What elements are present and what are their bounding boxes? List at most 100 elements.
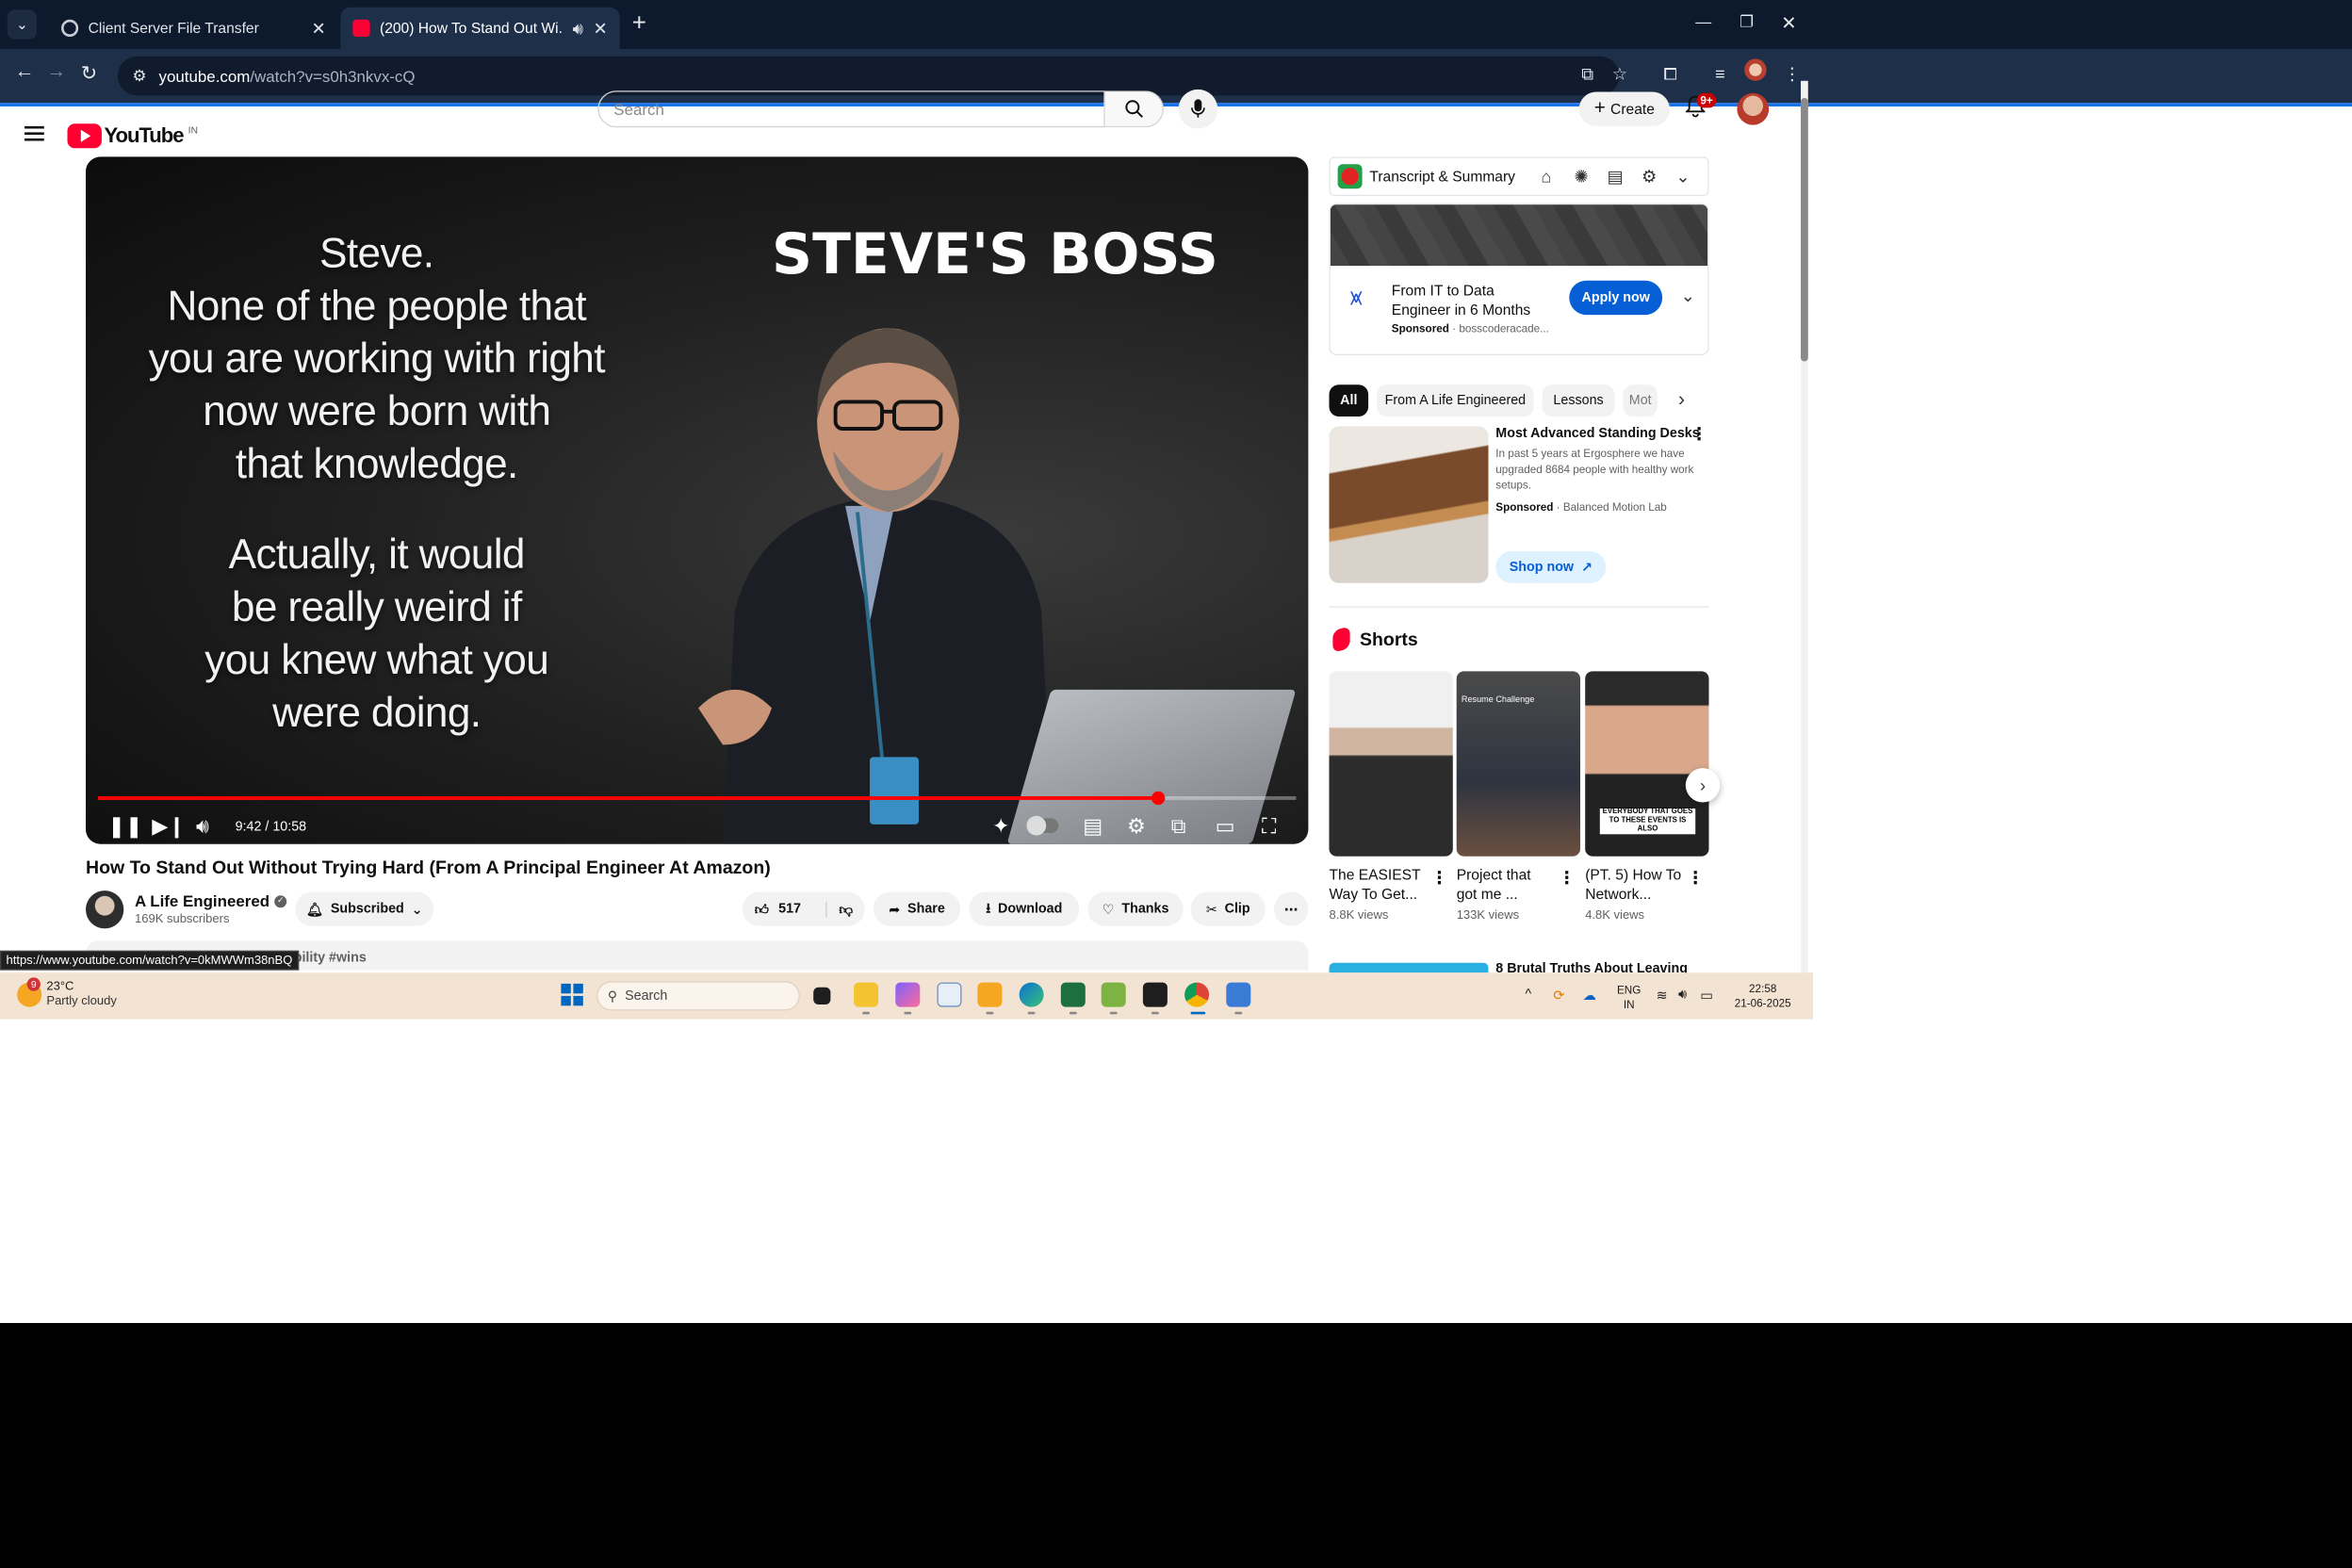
new-tab-button[interactable]: + bbox=[632, 9, 646, 38]
pause-icon[interactable]: ❚❚ bbox=[107, 814, 142, 839]
forward-icon[interactable]: → bbox=[46, 61, 66, 83]
show-hidden-icons-icon[interactable]: ^ bbox=[1526, 988, 1532, 1003]
more-vertical-icon[interactable]: ⋮ bbox=[1430, 867, 1447, 888]
search-input[interactable]: Search bbox=[597, 90, 1105, 128]
short-thumbnail[interactable]: Resume Challenge bbox=[1456, 671, 1580, 857]
tab-client-server[interactable]: Client Server File Transfer ✕ bbox=[49, 8, 338, 49]
clip-button[interactable]: ✂ Clip bbox=[1190, 891, 1266, 926]
close-tab-icon[interactable]: ✕ bbox=[594, 18, 608, 39]
address-bar[interactable]: ⚙︎ youtube.com/watch?v=s0h3nkvx-cQ bbox=[117, 56, 1620, 96]
tab-search-button[interactable]: ⌄ bbox=[7, 9, 38, 40]
bookmark-star-icon[interactable]: ☆ bbox=[1612, 64, 1627, 85]
subscribed-button[interactable]: 🔔︎ Subscribed ⌄ bbox=[295, 891, 434, 926]
promo-title[interactable]: Most Advanced Standing Desks bbox=[1495, 426, 1699, 441]
sync-icon[interactable]: ⟳ bbox=[1553, 988, 1564, 1004]
promo-thumbnail[interactable] bbox=[1329, 426, 1489, 583]
window-app-icon[interactable] bbox=[937, 982, 962, 1007]
fullscreen-icon[interactable]: ⛶ bbox=[1262, 814, 1276, 839]
share-button[interactable]: ➦ Share bbox=[873, 891, 961, 926]
chevron-down-icon[interactable]: ⌄ bbox=[1675, 167, 1690, 188]
dislike-button[interactable]: 👎︎ bbox=[825, 901, 853, 918]
transcript-doc-icon[interactable]: ▤ bbox=[1608, 167, 1624, 188]
wifi-icon[interactable]: ≋ bbox=[1657, 988, 1668, 1004]
taskbar-search[interactable]: ⚲ Search bbox=[596, 981, 800, 1011]
extension-settings-icon[interactable]: ⚙︎ bbox=[1642, 167, 1657, 188]
next-video-thumbnail[interactable] bbox=[1329, 962, 1489, 973]
volume-icon[interactable]: 🔊︎ bbox=[196, 814, 209, 839]
robot-icon[interactable]: ⌂ bbox=[1541, 167, 1551, 187]
install-app-icon[interactable]: ⧉ bbox=[1581, 64, 1593, 85]
download-button[interactable]: ⭳ Download bbox=[969, 891, 1080, 926]
file-explorer-icon[interactable] bbox=[854, 982, 879, 1007]
chip-more[interactable]: Mot bbox=[1623, 384, 1658, 416]
short-thumbnail[interactable] bbox=[1329, 671, 1453, 857]
more-actions-button[interactable]: ⋯ bbox=[1274, 891, 1309, 926]
restore-icon[interactable]: ❐ bbox=[1740, 12, 1754, 32]
battery-icon[interactable]: ▭ bbox=[1700, 988, 1713, 1004]
autoplay-toggle[interactable] bbox=[1026, 815, 1059, 836]
create-button[interactable]: + Create bbox=[1578, 91, 1670, 126]
shorts-next-button[interactable]: › bbox=[1685, 768, 1721, 803]
terminal-icon[interactable] bbox=[1142, 982, 1168, 1007]
chatgpt-icon[interactable]: ✺ bbox=[1574, 167, 1588, 188]
settings-gear-icon[interactable]: ⚙︎ bbox=[1127, 814, 1146, 839]
thanks-button[interactable]: ♡ Thanks bbox=[1087, 891, 1184, 926]
chart-app-icon[interactable] bbox=[1101, 982, 1126, 1007]
shop-now-button[interactable]: Shop now ↗ bbox=[1495, 551, 1607, 583]
close-window-icon[interactable]: ✕ bbox=[1781, 12, 1796, 34]
language-indicator[interactable]: ENG IN bbox=[1617, 983, 1641, 1012]
youtube-logo[interactable]: YouTube IN bbox=[67, 123, 198, 149]
minimize-icon[interactable]: — bbox=[1695, 12, 1711, 31]
edge-icon[interactable] bbox=[1019, 982, 1044, 1007]
ai-sparkle-icon[interactable]: ✦ bbox=[992, 814, 1010, 839]
copilot-icon[interactable] bbox=[895, 982, 921, 1007]
more-vertical-icon[interactable]: ⋮ bbox=[1687, 867, 1704, 888]
video-player[interactable]: Steve. None of the people that you are w… bbox=[86, 156, 1309, 844]
chip-all[interactable]: All bbox=[1329, 384, 1369, 416]
hamburger-menu-icon[interactable] bbox=[24, 125, 44, 141]
more-vertical-icon[interactable]: ⋮ bbox=[1559, 867, 1576, 888]
chevron-down-icon[interactable]: ⌄ bbox=[1681, 286, 1695, 306]
short-title[interactable]: The EASIEST Way To Get... bbox=[1330, 865, 1428, 905]
like-button[interactable]: 👍︎ 517 bbox=[755, 901, 801, 917]
short-thumbnail[interactable]: EVERYBODY THAT GOES TO THESE EVENTS IS A… bbox=[1585, 671, 1709, 857]
search-button[interactable] bbox=[1104, 90, 1164, 128]
miniplayer-icon[interactable]: ⧉ bbox=[1171, 814, 1186, 839]
short-title[interactable]: Project that got me ... bbox=[1457, 865, 1555, 905]
channel-avatar[interactable] bbox=[86, 890, 124, 929]
reload-icon[interactable]: ↻ bbox=[81, 61, 97, 86]
audio-icon[interactable]: 🔊︎ bbox=[573, 18, 583, 39]
apply-now-button[interactable]: Apply now bbox=[1569, 280, 1663, 316]
chrome-icon[interactable] bbox=[1184, 982, 1210, 1007]
subtitles-icon[interactable]: ▤ bbox=[1083, 814, 1102, 839]
chip-lessons[interactable]: Lessons bbox=[1542, 384, 1615, 416]
sponsored-ad-card[interactable]: ⩙ From IT to Data Engineer in 6 Months S… bbox=[1329, 203, 1709, 355]
extensions-icon[interactable]: ⧠ bbox=[1663, 64, 1677, 85]
excel-icon[interactable] bbox=[1060, 982, 1086, 1007]
chip-from-channel[interactable]: From A Life Engineered bbox=[1377, 384, 1534, 416]
voice-search-button[interactable] bbox=[1178, 89, 1218, 129]
speaker-icon[interactable]: 🔊︎ bbox=[1678, 988, 1687, 1004]
chevron-right-icon[interactable]: › bbox=[1678, 389, 1685, 411]
tab-youtube[interactable]: (200) How To Stand Out Wi... 🔊︎ ✕ bbox=[340, 7, 620, 50]
account-avatar[interactable] bbox=[1737, 92, 1770, 125]
profile-avatar-icon[interactable] bbox=[1744, 58, 1767, 81]
short-title[interactable]: (PT. 5) How To Network... bbox=[1585, 865, 1683, 905]
progress-scrubber[interactable] bbox=[1152, 791, 1166, 806]
close-tab-icon[interactable]: ✕ bbox=[312, 18, 326, 39]
theater-mode-icon[interactable]: ▭ bbox=[1216, 814, 1235, 839]
clock[interactable]: 22:58 21-06-2025 bbox=[1730, 981, 1796, 1010]
site-info-icon[interactable]: ⚙︎ bbox=[132, 66, 146, 86]
vlc-icon[interactable] bbox=[977, 982, 1003, 1007]
task-view-icon[interactable] bbox=[813, 987, 831, 1004]
channel-name-link[interactable]: A Life Engineered ✓ bbox=[135, 891, 287, 910]
more-vertical-icon[interactable]: ⋮ bbox=[1690, 424, 1707, 445]
windows-start-icon[interactable] bbox=[561, 983, 583, 1006]
browser-menu-icon[interactable]: ⋮ bbox=[1784, 64, 1801, 85]
media-control-icon[interactable]: ≡ bbox=[1715, 64, 1725, 84]
scrollbar-thumb[interactable] bbox=[1800, 98, 1808, 362]
back-icon[interactable]: ← bbox=[15, 61, 35, 83]
onedrive-cloud-icon[interactable]: ☁ bbox=[1583, 988, 1596, 1004]
next-icon[interactable]: ▶❙ bbox=[152, 814, 186, 839]
photos-icon[interactable] bbox=[1226, 982, 1251, 1007]
